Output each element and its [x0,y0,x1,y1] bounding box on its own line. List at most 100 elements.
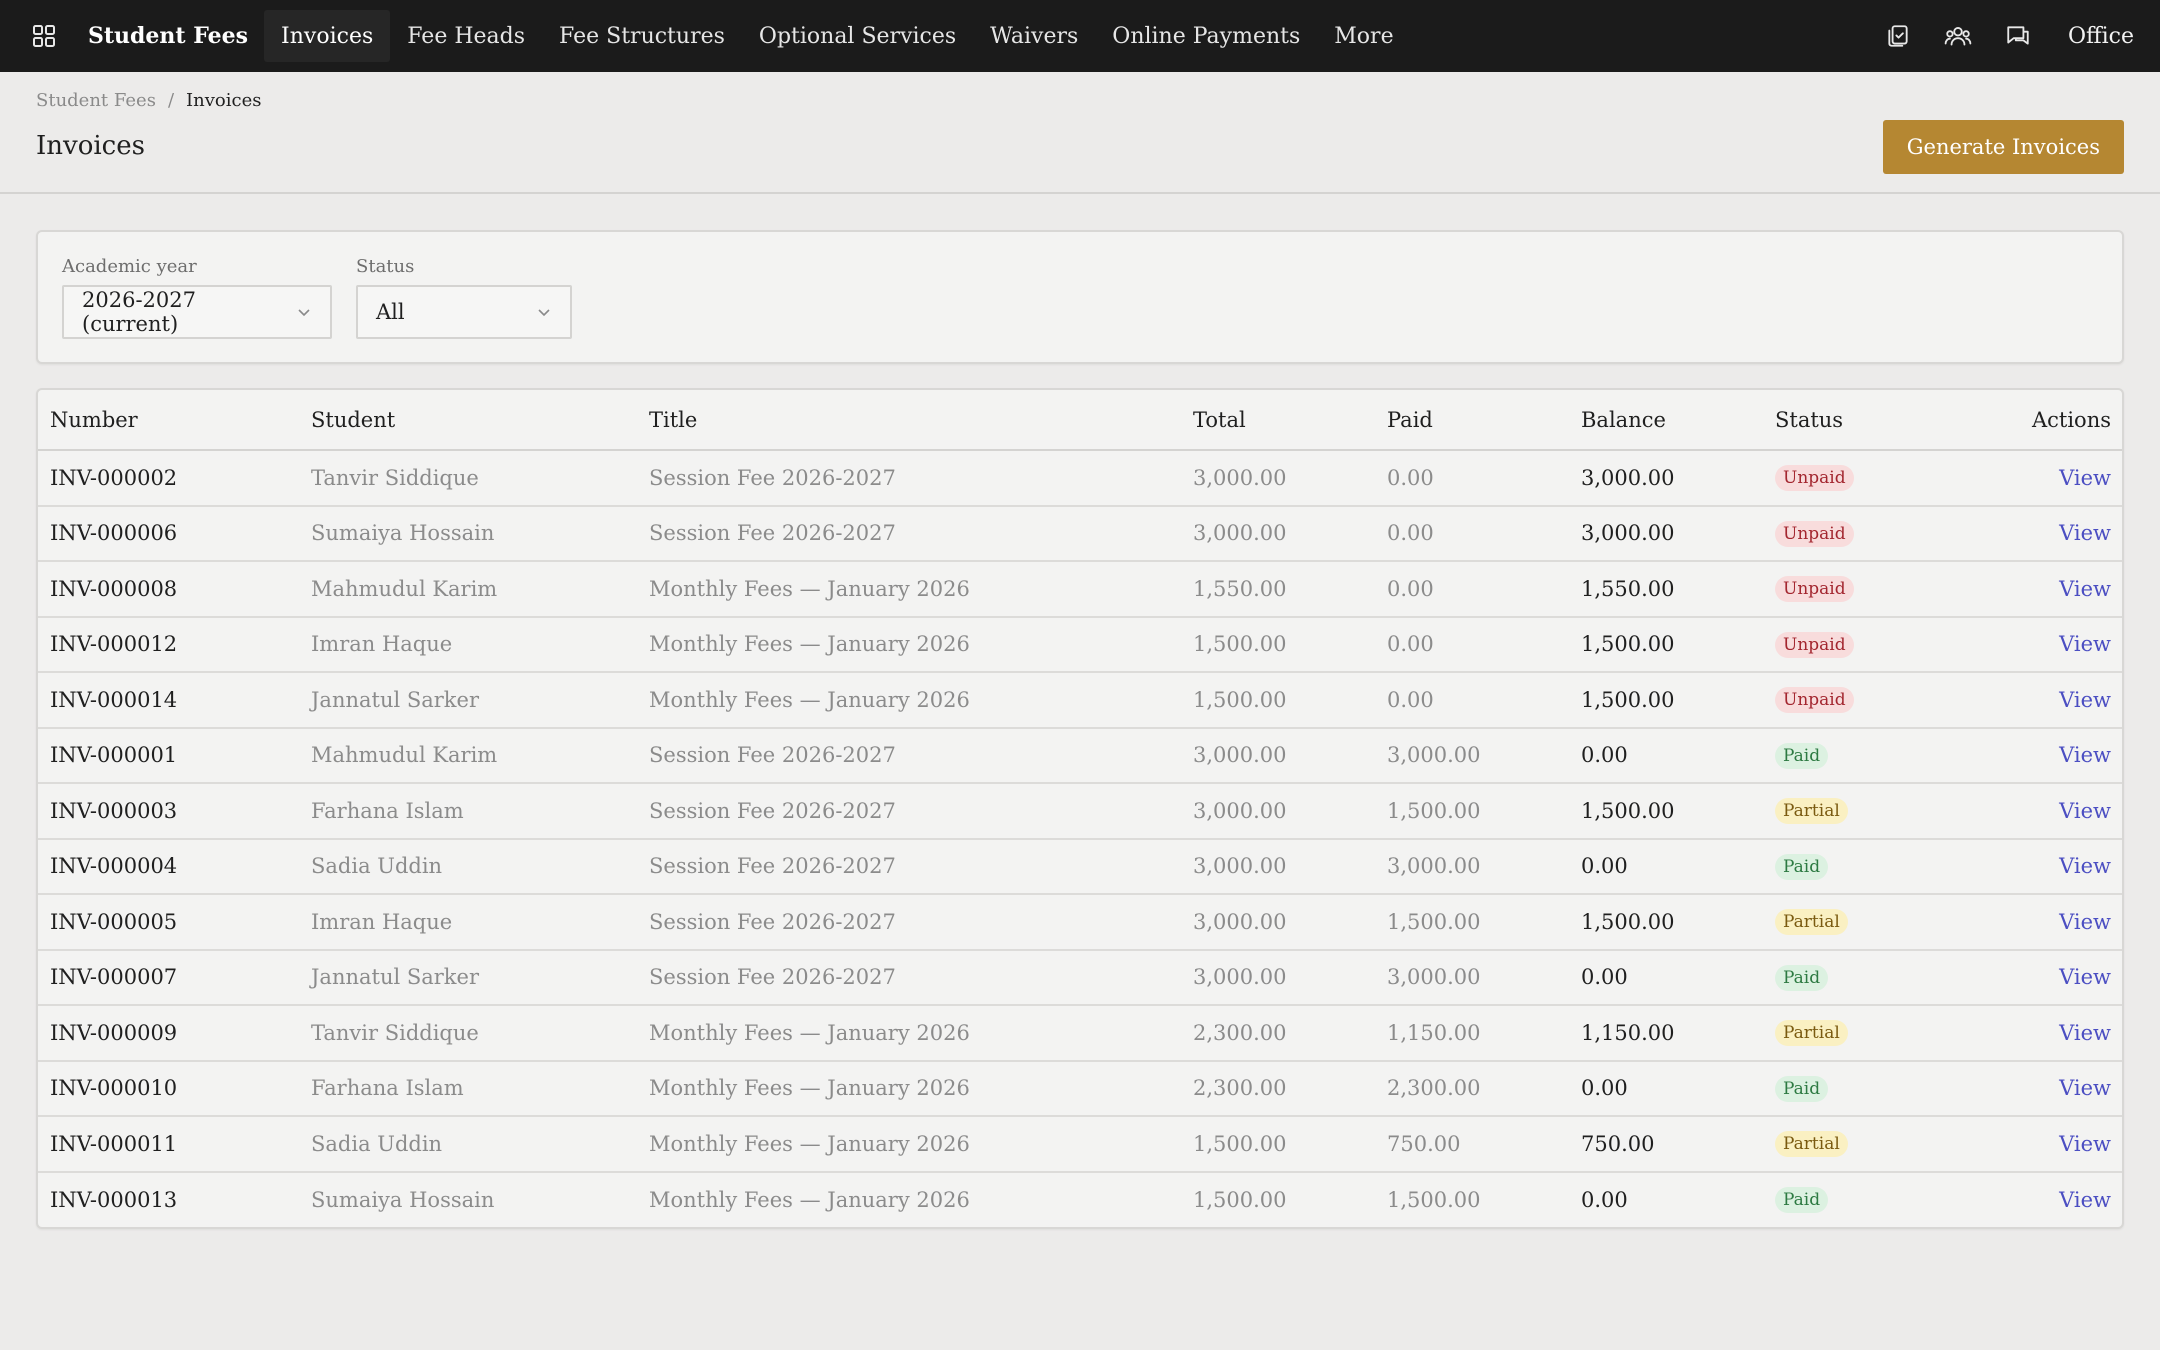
view-invoice-link[interactable]: View [2059,1076,2111,1100]
chat-icon[interactable] [1988,10,2048,62]
view-invoice-link[interactable]: View [2059,799,2111,823]
page-header: Student Fees / Invoices Invoices Generat… [0,72,2160,194]
breadcrumb-root[interactable]: Student Fees [36,90,156,111]
breadcrumb: Student Fees / Invoices [36,90,2124,111]
table-row[interactable]: INV-000014 Jannatul Sarker Monthly Fees — … [38,672,2122,729]
nav-item-invoices[interactable]: Invoices [264,10,391,62]
student-cell: Sadia Uddin [299,838,637,895]
title-cell: Session Fee 2026-2027 [637,783,1181,840]
table-row[interactable]: INV-000010 Farhana Islam Monthly Fees — Ja… [38,1060,2122,1117]
view-invoice-link[interactable]: View [2059,632,2111,656]
table-row[interactable]: INV-000013 Sumaiya Hossain Monthly Fees — … [38,1172,2122,1228]
users-icon[interactable] [1928,10,1988,62]
apps-grid-icon[interactable] [30,22,58,50]
table-row[interactable]: INV-000002 Tanvir Siddique Session Fee 202… [38,450,2122,507]
status-badge: Partial [1775,1020,1848,1047]
view-invoice-link[interactable]: View [2059,688,2111,712]
status-select[interactable]: All [356,285,572,339]
table-row[interactable]: INV-000001 Mahmudul Karim Session Fee 2026… [38,727,2122,784]
user-menu[interactable]: Office [2068,24,2134,49]
nav-item-more[interactable]: More [1317,10,1410,62]
view-invoice-link[interactable]: View [2059,1132,2111,1156]
balance-cell: 0.00 [1569,838,1763,895]
status-filter-label: Status [356,256,415,277]
paid-cell: 0.00 [1375,672,1569,729]
status-cell: Paid [1763,949,1928,1006]
title-cell: Session Fee 2026-2027 [637,505,1181,562]
balance-cell: 0.00 [1569,949,1763,1006]
status-cell: Paid [1763,727,1928,784]
status-cell: Paid [1763,1172,1928,1228]
table-row[interactable]: INV-000007 Jannatul Sarker Session Fee 202… [38,949,2122,1006]
balance-cell: 1,500.00 [1569,894,1763,951]
status-badge: Paid [1775,853,1829,880]
title-cell: Session Fee 2026-2027 [637,838,1181,895]
column-header-total[interactable]: Total [1181,390,1375,451]
actions-cell: View [1928,727,2122,784]
table-row[interactable]: INV-000012 Imran Haque Monthly Fees — Janu… [38,616,2122,673]
view-invoice-link[interactable]: View [2059,466,2111,490]
total-cell: 3,000.00 [1181,727,1375,784]
view-invoice-link[interactable]: View [2059,577,2111,601]
invoice-number-cell: INV-000010 [38,1060,299,1117]
table-row[interactable]: INV-000008 Mahmudul Karim Monthly Fees — J… [38,561,2122,618]
nav-item-fee-heads[interactable]: Fee Heads [390,10,542,62]
status-badge: Paid [1775,964,1829,991]
nav-item-waivers[interactable]: Waivers [973,10,1095,62]
view-invoice-link[interactable]: View [2059,1021,2111,1045]
status-badge: Partial [1775,798,1848,825]
actions-cell: View [1928,561,2122,618]
column-header-student[interactable]: Student [299,390,637,451]
column-header-actions: Actions [1928,390,2122,451]
total-cell: 3,000.00 [1181,450,1375,507]
status-badge: Unpaid [1775,465,1854,492]
view-invoice-link[interactable]: View [2059,1188,2111,1212]
table-row[interactable]: INV-000004 Sadia Uddin Session Fee 2026-20… [38,838,2122,895]
status-filter: Status All [356,256,572,362]
status-cell: Partial [1763,1116,1928,1173]
view-invoice-link[interactable]: View [2059,910,2111,934]
column-header-paid[interactable]: Paid [1375,390,1569,451]
status-cell: Paid [1763,838,1928,895]
title-cell: Monthly Fees — January 2026 [649,1187,970,1212]
view-invoice-link[interactable]: View [2059,854,2111,878]
total-cell: 3,000.00 [1181,949,1375,1006]
balance-cell: 3,000.00 [1569,505,1763,562]
brand-link[interactable]: Student Fees [88,23,248,49]
title-cell: Monthly Fees — January 2026 [637,561,1181,618]
balance-cell: 750.00 [1569,1116,1763,1173]
view-invoice-link[interactable]: View [2059,965,2111,989]
view-invoice-link[interactable]: View [2059,743,2111,767]
academic-year-select[interactable]: 2026-2027 (current) [62,285,332,339]
status-cell: Partial [1763,1005,1928,1062]
invoice-number-cell: INV-000013 [50,1187,178,1212]
column-header-status[interactable]: Status [1763,390,1928,451]
breadcrumb-separator: / [167,90,175,111]
table-row[interactable]: INV-000011 Sadia Uddin Monthly Fees — Janu… [38,1116,2122,1173]
clipboard-check-icon[interactable] [1868,10,1928,62]
table-row[interactable]: INV-000003 Farhana Islam Session Fee 2026-… [38,783,2122,840]
table-row[interactable]: INV-000005 Imran Haque Session Fee 2026-20… [38,894,2122,951]
column-header-balance[interactable]: Balance [1569,390,1763,451]
status-badge: Unpaid [1775,687,1854,714]
total-cell: 1,500.00 [1181,672,1375,729]
nav-item-optional-services[interactable]: Optional Services [742,10,973,62]
status-cell: Unpaid [1763,561,1928,618]
chevron-down-icon [536,304,552,320]
column-header-title[interactable]: Title [637,390,1181,451]
student-cell: Sumaiya Hossain [299,505,637,562]
view-invoice-link[interactable]: View [2059,521,2111,545]
table-row[interactable]: INV-000009 Tanvir Siddique Monthly Fees — … [38,1005,2122,1062]
generate-invoices-button[interactable]: Generate Invoices [1882,120,2124,174]
invoice-number-cell: INV-000007 [38,949,299,1006]
total-cell: 1,550.00 [1181,561,1375,618]
actions-cell: View [1928,783,2122,840]
balance-cell: 1,500.00 [1569,672,1763,729]
student-cell: Jannatul Sarker [299,949,637,1006]
nav-item-online-payments[interactable]: Online Payments [1095,10,1317,62]
nav-item-fee-structures[interactable]: Fee Structures [542,10,742,62]
invoice-number-cell: INV-000002 [38,450,299,507]
total-cell: 3,000.00 [1181,838,1375,895]
table-row[interactable]: INV-000006 Sumaiya Hossain Session Fee 202… [38,505,2122,562]
column-header-number[interactable]: Number [38,390,299,451]
